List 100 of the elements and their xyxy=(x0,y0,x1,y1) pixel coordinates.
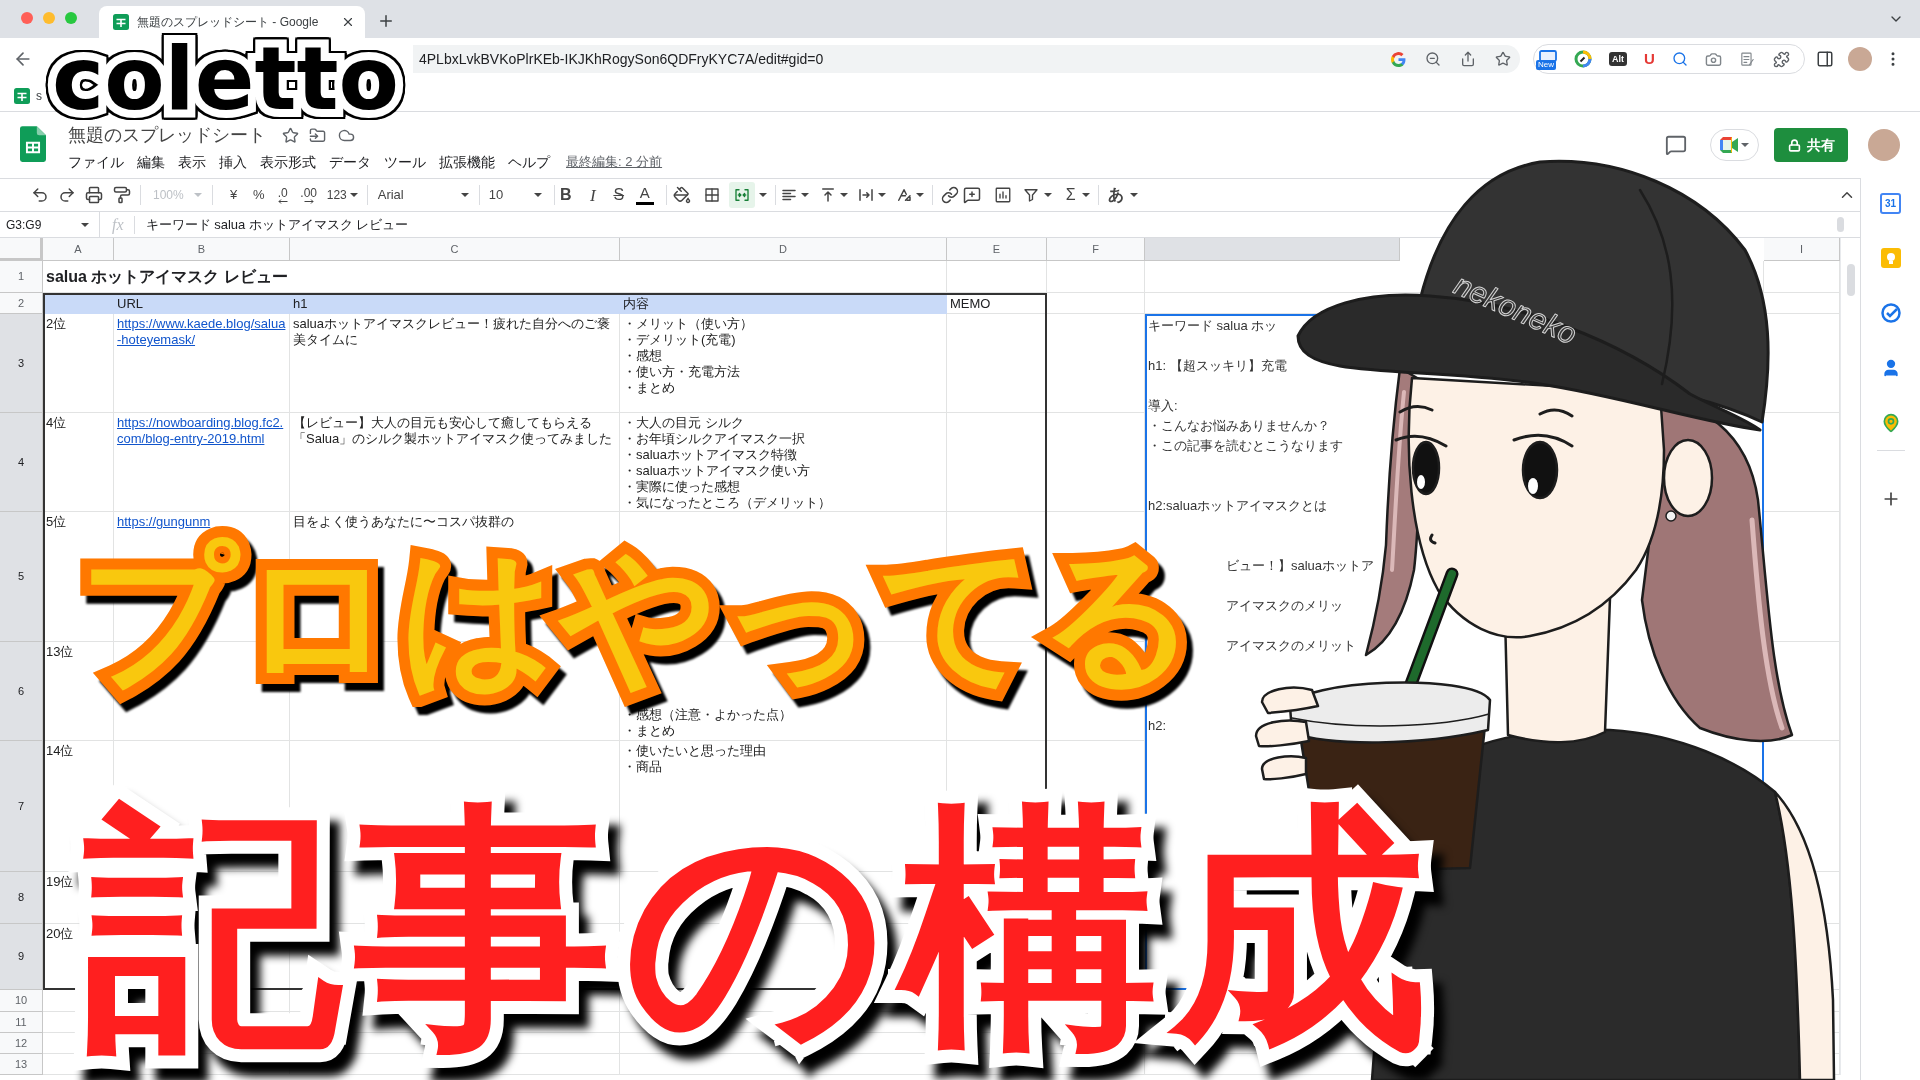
comment-icon[interactable] xyxy=(1665,134,1687,156)
list-item: ・大人の目元 シルク xyxy=(623,415,745,431)
menu-item[interactable]: 編集 xyxy=(137,153,165,171)
row-header[interactable]: 12 xyxy=(0,1033,43,1054)
menu-item[interactable]: 挿入 xyxy=(219,153,247,171)
move-folder-icon[interactable] xyxy=(309,126,326,144)
merge-cells-button[interactable] xyxy=(728,182,755,208)
ring-icon[interactable] xyxy=(1574,50,1592,68)
paint-roller-icon[interactable] xyxy=(113,186,131,204)
menu-item[interactable]: 拡張機能 xyxy=(439,153,495,171)
document-title[interactable]: 無題のスプレッドシート xyxy=(68,124,266,146)
strikethrough-button[interactable]: S xyxy=(607,183,630,207)
row-header[interactable]: 9 xyxy=(0,924,43,990)
camera-icon[interactable] xyxy=(1704,50,1722,68)
undo-icon[interactable] xyxy=(31,186,49,204)
column-header[interactable]: D xyxy=(620,238,947,261)
fx-label: fx xyxy=(112,214,124,236)
lock-icon xyxy=(1787,138,1801,152)
browser-tab[interactable]: 無題のスプレッドシート - Google xyxy=(99,6,365,38)
notepad-icon[interactable] xyxy=(1738,50,1756,68)
decrease-decimal-button[interactable]: .0 xyxy=(271,186,294,204)
menu-item[interactable]: ツール xyxy=(384,153,426,171)
text-color-button[interactable]: A xyxy=(633,183,656,207)
column-header[interactable]: C xyxy=(290,238,620,261)
menu-item[interactable]: 表示 xyxy=(178,153,206,171)
print-icon[interactable] xyxy=(85,186,103,204)
title-text: 目をよく使うあなたに〜コスパ抜群の xyxy=(293,514,514,530)
caret-icon xyxy=(1129,193,1138,197)
bookmark-item[interactable]: s xyxy=(14,86,42,105)
scrollbar-thumb[interactable] xyxy=(1846,264,1855,296)
url-link[interactable]: https://gungunm xyxy=(117,514,211,530)
currency-button[interactable]: ¥ xyxy=(224,185,243,205)
row-header[interactable]: 11 xyxy=(0,1012,43,1033)
menu-item[interactable]: 表示形式 xyxy=(260,153,316,171)
list-item: ・まとめ xyxy=(623,380,676,396)
share-button[interactable]: 共有 xyxy=(1774,128,1848,162)
side-panel-icon[interactable] xyxy=(1816,50,1834,68)
bold-button[interactable]: B xyxy=(554,183,577,207)
bookmark-star-icon[interactable] xyxy=(1495,51,1511,67)
row-header[interactable]: 8 xyxy=(0,872,43,924)
menu-item[interactable]: データ xyxy=(329,153,371,171)
url-link[interactable]: https://www.kaede.blog/salua-hoteyemask/ xyxy=(117,316,287,348)
font-size-select[interactable]: 10 xyxy=(488,185,546,205)
column-header[interactable]: E xyxy=(947,238,1047,261)
task-check-icon[interactable] xyxy=(1880,303,1901,323)
font-select[interactable]: Arial xyxy=(377,185,473,205)
row-header[interactable]: 10 xyxy=(0,990,43,1012)
row-header[interactable]: 1 xyxy=(0,261,43,293)
sheets-logo-icon[interactable] xyxy=(20,126,46,162)
row-header[interactable]: 7 xyxy=(0,741,43,872)
close-tab-icon[interactable] xyxy=(341,15,355,29)
functions-button[interactable]: Σ xyxy=(1065,183,1090,207)
address-bar[interactable]: 4PLbxLvkBVKoPlrKEb-IKJKhRogySon6QDFryKYC7A/edit#gid=0 xyxy=(413,45,1520,73)
title-text: saluaホットアイマスクレビュー！疲れた自分へのご褒美タイムに xyxy=(293,316,612,348)
scrollbar-thumb[interactable] xyxy=(1837,217,1844,232)
sheet-heading: salua ホットアイマスク レビュー xyxy=(46,267,288,287)
note-text: h2: xyxy=(1148,717,1167,735)
letter-g-icon[interactable] xyxy=(1391,51,1406,67)
rank-text: 20位 xyxy=(46,926,74,942)
text-wrap-icon[interactable] xyxy=(856,186,875,204)
borders-icon[interactable] xyxy=(702,186,721,204)
formula-input[interactable]: キーワード salua ホットアイマスク レビュー xyxy=(145,214,409,235)
row-header[interactable]: 2 xyxy=(0,293,43,314)
calendar-button[interactable]: 31 xyxy=(1880,193,1901,214)
link-icon[interactable] xyxy=(940,186,959,204)
percent-button[interactable]: % xyxy=(249,185,268,205)
zoom-out-icon[interactable] xyxy=(1425,51,1441,67)
url-link[interactable]: https://nowboarding.blog.fc2.com/blog-entry-2019.html xyxy=(117,415,287,447)
input-tools-button[interactable]: あ xyxy=(1107,183,1138,207)
search-icon[interactable] xyxy=(1671,51,1688,67)
column-header[interactable]: I xyxy=(1764,238,1840,261)
menu-item[interactable]: ヘルプ xyxy=(508,153,550,171)
last-edit-link[interactable]: 最終編集: 2 分前 xyxy=(566,152,663,172)
italic-button[interactable]: I xyxy=(581,183,604,207)
redo-icon[interactable] xyxy=(58,186,76,204)
chart-icon[interactable] xyxy=(993,186,1012,204)
column-header[interactable]: A xyxy=(43,238,114,261)
column-header[interactable]: F xyxy=(1047,238,1145,261)
row-header[interactable]: 4 xyxy=(0,413,43,512)
name-box[interactable]: G3:G9 xyxy=(0,212,100,237)
row-header[interactable]: 3 xyxy=(0,314,43,413)
add-comment-icon[interactable] xyxy=(962,186,981,204)
list-item: ・感想（注意・よかった点） xyxy=(623,707,792,723)
filter-icon[interactable] xyxy=(1021,186,1040,204)
row-header[interactable]: 13 xyxy=(0,1054,43,1075)
star-icon[interactable] xyxy=(282,126,299,144)
share-icon[interactable] xyxy=(1460,51,1476,67)
puzzle-icon[interactable] xyxy=(1772,50,1790,68)
column-header[interactable]: B xyxy=(114,238,290,261)
new-tab-icon[interactable] xyxy=(377,12,395,30)
alt-text-button[interactable]: Alt xyxy=(1609,52,1627,66)
right-arrow-icon xyxy=(303,198,314,204)
menu-item[interactable]: ファイル xyxy=(68,153,124,171)
caret-icon xyxy=(533,193,542,197)
more-formats-button[interactable]: 123 xyxy=(326,186,358,204)
row-header[interactable]: 5 xyxy=(0,512,43,642)
letter-button[interactable]: U xyxy=(1644,51,1655,67)
row-header[interactable]: 6 xyxy=(0,642,43,741)
increase-decimal-button[interactable]: .00 xyxy=(295,186,322,204)
fill-color-icon[interactable] xyxy=(672,186,691,204)
